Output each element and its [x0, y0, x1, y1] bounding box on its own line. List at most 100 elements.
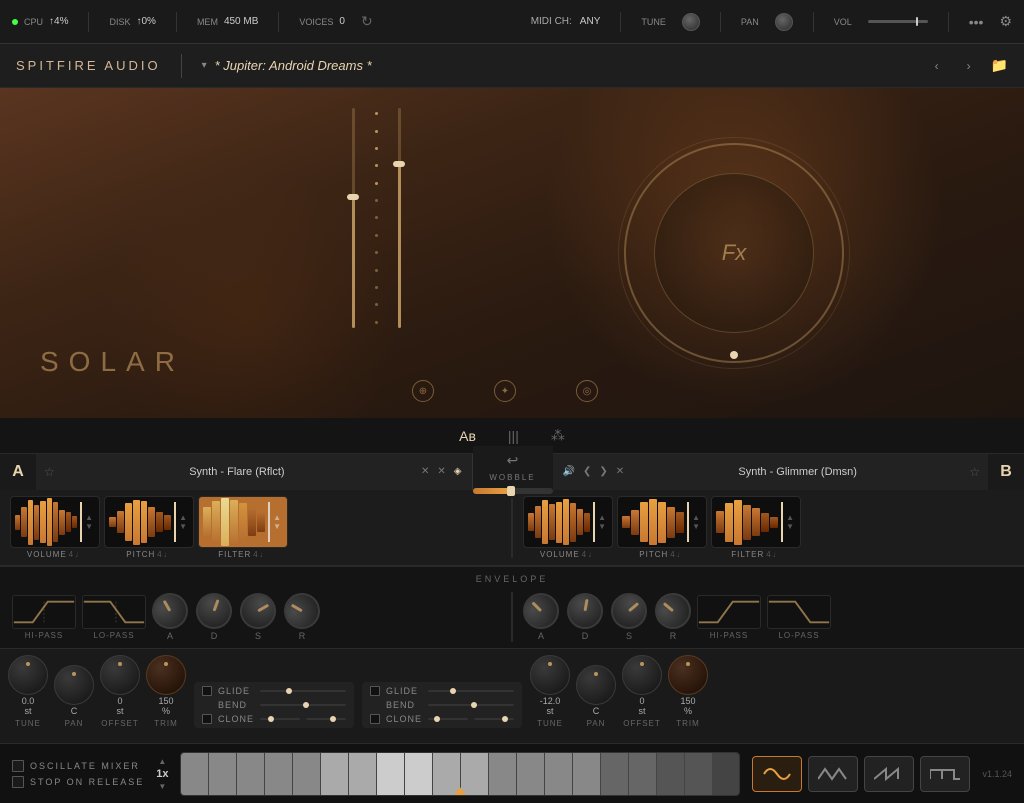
white-key-9[interactable]	[405, 753, 433, 795]
tune-b-knob[interactable]	[530, 655, 570, 695]
white-key-12[interactable]	[489, 753, 517, 795]
dotted-slider[interactable]	[375, 108, 378, 328]
slider-thumb-2[interactable]	[393, 161, 405, 167]
offset-a-knob[interactable]	[100, 655, 140, 695]
layer-b-x-icon[interactable]: ✕	[614, 464, 626, 479]
clone-a-track2[interactable]	[306, 718, 346, 720]
layer-b-next-icon[interactable]: ❯	[597, 464, 609, 479]
hipass-b-display[interactable]	[697, 595, 761, 629]
filter-b-up-arrow[interactable]: ▲	[786, 513, 794, 522]
vol-b-up-arrow[interactable]: ▲	[598, 513, 606, 522]
bend-b-track[interactable]	[428, 704, 514, 706]
adsr-a-attack-knob[interactable]	[145, 586, 194, 635]
pan-a-knob[interactable]	[54, 665, 94, 705]
glide-a-track[interactable]	[260, 690, 346, 692]
filter-b-display[interactable]: ▲ ▼	[711, 496, 801, 548]
nav-forward-arrow[interactable]: ›	[959, 56, 979, 76]
white-key-6[interactable]	[321, 753, 349, 795]
white-key-8[interactable]	[377, 753, 405, 795]
glide-a-checkbox[interactable]	[202, 686, 212, 696]
clone-a-checkbox[interactable]	[202, 714, 212, 724]
hipass-a-display[interactable]	[12, 595, 76, 629]
pitch-b-down-arrow[interactable]: ▼	[692, 522, 700, 531]
ab-mixer-bar[interactable]	[473, 488, 553, 494]
stop-on-release-checkbox[interactable]	[12, 776, 24, 788]
filter-a-up-arrow[interactable]: ▲	[273, 513, 281, 522]
oscillate-checkbox[interactable]	[12, 760, 24, 772]
pan-b-knob[interactable]	[576, 665, 616, 705]
layer-a-toggle-icon[interactable]: ◈	[452, 464, 464, 479]
mult-down-arrow[interactable]: ▼	[158, 782, 166, 791]
trim-b-knob[interactable]	[668, 655, 708, 695]
bend-a-thumb[interactable]	[303, 702, 309, 708]
glide-b-track[interactable]	[428, 690, 514, 692]
adsr-b-release-knob[interactable]	[648, 586, 699, 637]
glide-a-thumb[interactable]	[286, 688, 292, 694]
adsr-a-release-knob[interactable]	[277, 586, 326, 635]
layer-a-x2-icon[interactable]: ✕	[435, 464, 447, 479]
clone-a-thumb2[interactable]	[330, 716, 336, 722]
fx-outer-ring[interactable]: Fx	[624, 143, 844, 363]
square-wave-button[interactable]	[920, 756, 970, 792]
white-key-7[interactable]	[349, 753, 377, 795]
keyboard-display[interactable]	[180, 752, 740, 796]
white-key-13[interactable]	[517, 753, 545, 795]
bend-b-thumb[interactable]	[471, 702, 477, 708]
slider-track-2[interactable]	[398, 108, 401, 328]
tab-text-icon[interactable]: Aв	[451, 424, 484, 448]
sine-wave-button[interactable]	[752, 756, 802, 792]
triangle-wave-button[interactable]	[808, 756, 858, 792]
white-key-19[interactable]	[685, 753, 713, 795]
pitch-a-display[interactable]: ▲ ▼	[104, 496, 194, 548]
white-key-17[interactable]	[629, 753, 657, 795]
filter-a-display[interactable]: ▲ ▼	[198, 496, 288, 548]
layer-b-speaker-icon[interactable]: 🔊	[561, 464, 577, 479]
vol-b-down-arrow[interactable]: ▼	[598, 522, 606, 531]
lopass-b-display[interactable]	[767, 595, 831, 629]
trim-a-knob[interactable]	[146, 655, 186, 695]
vol-slider[interactable]	[868, 20, 928, 23]
glide-b-thumb[interactable]	[450, 688, 456, 694]
clone-b-track1[interactable]	[428, 718, 468, 720]
orbit-icon[interactable]: ⊕	[412, 380, 434, 402]
layer-b-star-icon[interactable]: ☆	[969, 465, 980, 479]
target-icon[interactable]: ◎	[576, 380, 598, 402]
sawtooth-wave-button[interactable]	[864, 756, 914, 792]
white-key-2[interactable]	[209, 753, 237, 795]
filter-b-down-arrow[interactable]: ▼	[786, 522, 794, 531]
pitch-b-up-arrow[interactable]: ▲	[692, 513, 700, 522]
tab-midi-icon[interactable]: |||	[500, 424, 527, 448]
chevron-down-icon[interactable]: ▾	[202, 60, 207, 71]
white-key-5[interactable]	[293, 753, 321, 795]
layer-b-prev-icon[interactable]: ❮	[581, 464, 593, 479]
white-key-15[interactable]	[573, 753, 601, 795]
save-icon[interactable]: 📁	[991, 57, 1008, 74]
vol-a-up-arrow[interactable]: ▲	[85, 513, 93, 522]
nav-back-arrow[interactable]: ‹	[927, 56, 947, 76]
mixer-bar-thumb[interactable]	[507, 486, 515, 496]
lopass-a-display[interactable]	[82, 595, 146, 629]
volume-b-display[interactable]: ▲ ▼	[523, 496, 613, 548]
clone-b-thumb2[interactable]	[502, 716, 508, 722]
slider-thumb-1[interactable]	[347, 194, 359, 200]
pitch-a-down-arrow[interactable]: ▼	[179, 522, 187, 531]
pitch-a-up-arrow[interactable]: ▲	[179, 513, 187, 522]
white-key-3[interactable]	[237, 753, 265, 795]
clone-a-track1[interactable]	[260, 718, 300, 720]
pan-knob[interactable]	[775, 13, 793, 31]
white-key-16[interactable]	[601, 753, 629, 795]
pitch-b-display[interactable]: ▲ ▼	[617, 496, 707, 548]
clone-b-checkbox[interactable]	[370, 714, 380, 724]
vol-a-down-arrow[interactable]: ▼	[85, 522, 93, 531]
spin-icon[interactable]: ✦	[494, 380, 516, 402]
adsr-b-decay-knob[interactable]	[564, 590, 606, 632]
fx-inner-ring[interactable]: Fx	[654, 173, 814, 333]
white-key-20[interactable]	[713, 753, 740, 795]
white-key-4[interactable]	[265, 753, 293, 795]
tune-knob[interactable]	[682, 13, 700, 31]
clone-b-track2[interactable]	[474, 718, 514, 720]
layer-a-x1-icon[interactable]: ✕	[419, 464, 431, 479]
mult-up-arrow[interactable]: ▲	[158, 757, 166, 766]
filter-a-down-arrow[interactable]: ▼	[273, 522, 281, 531]
clone-a-thumb1[interactable]	[268, 716, 274, 722]
